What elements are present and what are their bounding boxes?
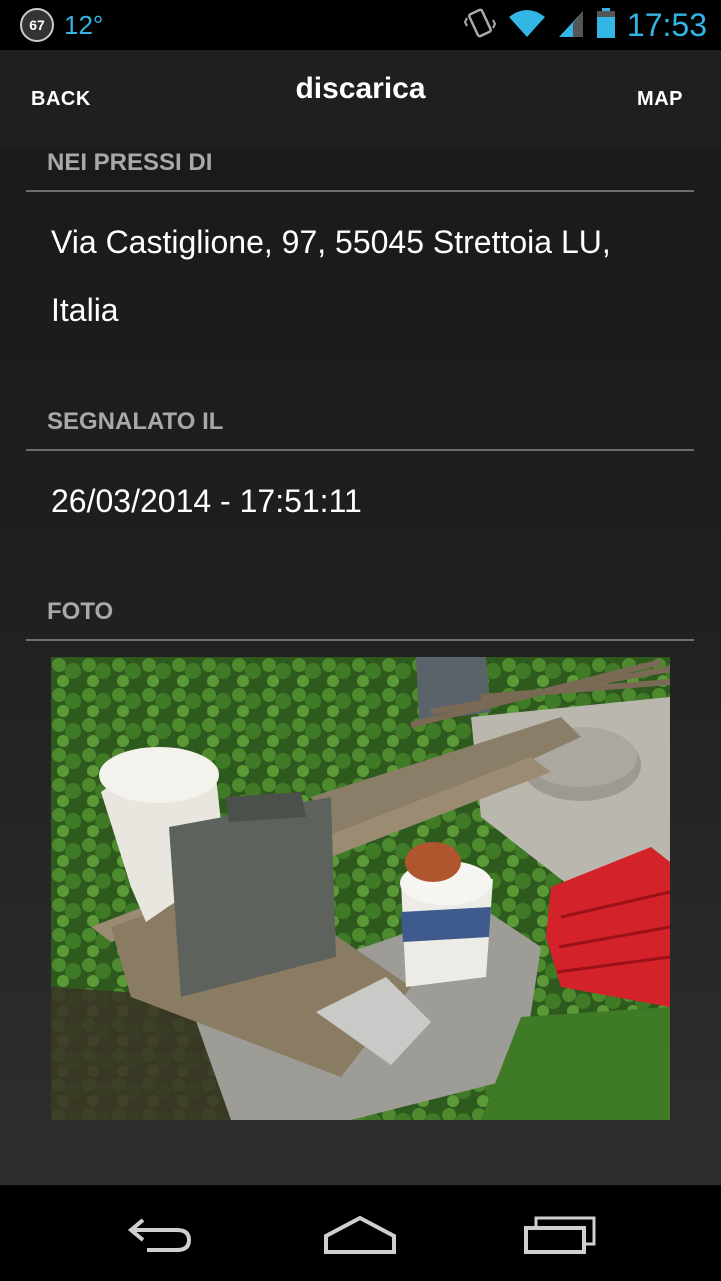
recent-apps-icon[interactable] [515,1209,605,1259]
reported-datetime: 26/03/2014 - 17:51:11 [51,483,362,519]
status-right: 17:53 [463,6,707,45]
back-icon[interactable] [115,1209,205,1259]
battery-icon [595,7,617,44]
page-title: discarica [295,72,426,105]
signal-icon [557,7,585,44]
section-header-nearby: NEI PRESSI DI [26,148,694,192]
temperature-label: 12° [64,9,104,40]
section-header-photo: FOTO [26,594,694,641]
status-left: 67 12° [20,8,103,42]
section-header-reported: SEGNALATO IL [26,404,694,451]
address-line-1: Via Castiglione, 97, 55045 Strettoia LU, [51,224,611,260]
notification-count-badge: 67 [20,8,54,42]
map-button[interactable]: MAP [637,88,683,111]
detail-content[interactable]: NEI PRESSI DI Via Castiglione, 97, 55045… [0,148,721,1185]
status-bar: 67 12° 17:53 [0,0,721,50]
clock: 17:53 [626,7,707,43]
photo-illustration [51,657,670,1120]
address-line-2: Italia [51,292,119,328]
navigation-bar [0,1185,721,1281]
action-bar: BACK discarica MAP [0,50,721,150]
report-photo[interactable] [51,657,670,1120]
vibrate-icon [463,6,497,45]
home-icon[interactable] [315,1209,405,1259]
wifi-icon [507,7,547,44]
